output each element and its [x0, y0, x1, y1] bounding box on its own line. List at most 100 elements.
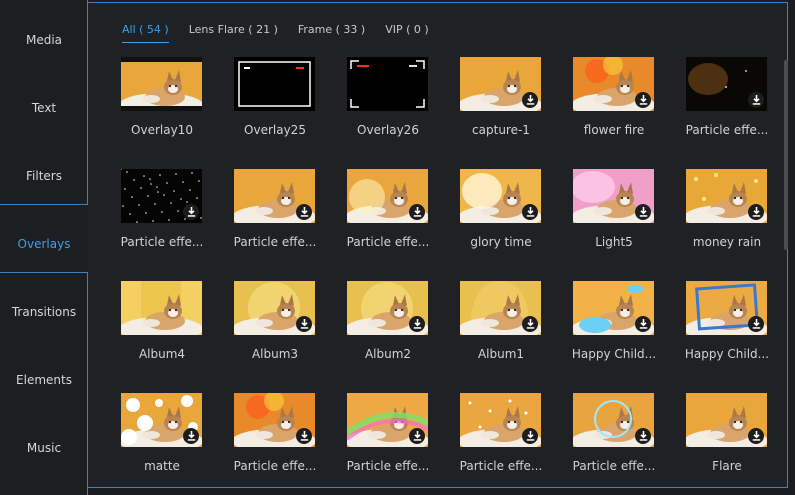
overlay-item[interactable]: Overlay10: [121, 57, 203, 163]
download-icon[interactable]: [748, 316, 764, 332]
overlay-item[interactable]: Happy Child...: [572, 281, 656, 387]
download-icon[interactable]: [409, 428, 425, 444]
overlay-item[interactable]: Particle effe...: [573, 393, 655, 495]
overlay-item-label: Album4: [138, 347, 186, 361]
download-icon[interactable]: [635, 316, 651, 332]
sidebar-item-music[interactable]: Music: [0, 414, 88, 482]
overlay-item-label: Particle effe...: [120, 235, 204, 249]
overlay-item-label: Particle effe...: [346, 235, 430, 249]
download-icon[interactable]: [522, 92, 538, 108]
overlay-item-label: Album1: [477, 347, 525, 361]
download-icon[interactable]: [522, 428, 538, 444]
download-icon[interactable]: [183, 204, 199, 220]
tab-all[interactable]: All ( 54 ): [122, 23, 169, 43]
overlay-item-label: glory time: [470, 235, 532, 249]
overlay-item-label: Particle effe...: [346, 459, 430, 473]
overlay-item[interactable]: Particle effe...: [460, 393, 542, 495]
overlay-item-label: flower fire: [583, 123, 645, 137]
overlay-item[interactable]: Particle effe...: [234, 169, 316, 275]
tab-frame[interactable]: Frame ( 33 ): [298, 23, 365, 43]
overlay-thumbnail: [686, 393, 767, 447]
overlay-item-label: Overlay25: [244, 123, 306, 137]
overlay-item[interactable]: Happy Child...: [685, 281, 769, 387]
overlay-item[interactable]: Overlay26: [347, 57, 429, 163]
download-icon[interactable]: [635, 428, 651, 444]
overlay-item-label: Light5: [595, 235, 633, 249]
overlay-item-label: Particle effe...: [459, 459, 543, 473]
overlay-item-label: Happy Child...: [571, 347, 657, 361]
category-sidebar: Media Text Filters Overlays Transitions …: [0, 0, 88, 495]
overlay-thumbnail: [234, 57, 315, 111]
download-icon[interactable]: [296, 316, 312, 332]
sidebar-item-label: Text: [31, 101, 57, 115]
overlay-thumbnail: [234, 169, 315, 223]
download-icon[interactable]: [635, 92, 651, 108]
sidebar-item-label: Media: [25, 33, 63, 47]
overlay-thumbnail: [121, 57, 202, 111]
overlay-thumbnail: [347, 393, 428, 447]
download-icon[interactable]: [522, 204, 538, 220]
overlay-thumbnail: [686, 169, 767, 223]
overlay-item[interactable]: Flare: [686, 393, 768, 495]
overlay-item[interactable]: Album3: [234, 281, 316, 387]
filter-tabs: All ( 54 ) Lens Flare ( 21 ) Frame ( 33 …: [122, 23, 449, 43]
sidebar-item-elements[interactable]: Elements: [0, 346, 88, 414]
scrollbar-thumb[interactable]: [784, 60, 788, 250]
download-icon[interactable]: [296, 204, 312, 220]
overlay-thumbnail: [686, 281, 767, 335]
download-icon[interactable]: [296, 428, 312, 444]
overlay-item-label: Flare: [712, 459, 742, 473]
download-icon[interactable]: [409, 316, 425, 332]
overlay-item[interactable]: Overlay25: [234, 57, 316, 163]
sidebar-item-label: Transitions: [11, 305, 77, 319]
sidebar-item-label: Music: [26, 441, 62, 455]
overlay-item[interactable]: Album1: [460, 281, 542, 387]
download-icon[interactable]: [635, 204, 651, 220]
download-icon[interactable]: [183, 428, 199, 444]
overlay-item[interactable]: capture-1: [460, 57, 542, 163]
overlay-thumbnail: [234, 393, 315, 447]
overlay-thumbnail: [460, 281, 541, 335]
overlay-item-label: matte: [144, 459, 180, 473]
download-icon[interactable]: [748, 92, 764, 108]
download-icon[interactable]: [748, 428, 764, 444]
overlay-item[interactable]: Light5: [573, 169, 655, 275]
overlay-item[interactable]: Particle effe...: [121, 169, 203, 275]
overlay-item[interactable]: Album4: [121, 281, 203, 387]
overlay-item[interactable]: money rain: [686, 169, 768, 275]
overlay-item[interactable]: Particle effe...: [234, 393, 316, 495]
overlay-item-label: Particle effe...: [685, 123, 769, 137]
sidebar-item-filters[interactable]: Filters: [0, 142, 88, 210]
overlay-item-label: Overlay10: [131, 123, 193, 137]
overlay-item-label: Album2: [364, 347, 412, 361]
sidebar-item-transitions[interactable]: Transitions: [0, 278, 88, 346]
overlay-library-panel: All ( 54 ) Lens Flare ( 21 ) Frame ( 33 …: [88, 2, 788, 488]
overlay-item-label: money rain: [692, 235, 762, 249]
sidebar-item-overlays[interactable]: Overlays: [0, 210, 88, 278]
overlay-item[interactable]: Particle effe...: [686, 57, 768, 163]
overlay-item[interactable]: Particle effe...: [347, 393, 429, 495]
tab-vip[interactable]: VIP ( 0 ): [385, 23, 428, 43]
overlay-item-label: Particle effe...: [233, 235, 317, 249]
overlay-item-label: capture-1: [472, 123, 530, 137]
tab-lens-flare[interactable]: Lens Flare ( 21 ): [189, 23, 278, 43]
sidebar-item-label: Elements: [16, 373, 72, 387]
overlay-item[interactable]: matte: [121, 393, 203, 495]
sidebar-item-label: Overlays: [17, 237, 71, 251]
overlay-item[interactable]: flower fire: [573, 57, 655, 163]
overlay-thumbnail: [573, 281, 654, 335]
overlay-item[interactable]: glory time: [460, 169, 542, 275]
overlay-item[interactable]: Particle effe...: [347, 169, 429, 275]
overlay-item[interactable]: Album2: [347, 281, 429, 387]
download-icon[interactable]: [409, 204, 425, 220]
overlay-item-label: Overlay26: [357, 123, 419, 137]
overlay-thumbnail: [573, 169, 654, 223]
sidebar-item-text[interactable]: Text: [0, 74, 88, 142]
scrollbar[interactable]: [784, 60, 788, 250]
sidebar-item-media[interactable]: Media: [0, 6, 88, 74]
download-icon[interactable]: [522, 316, 538, 332]
download-icon[interactable]: [748, 204, 764, 220]
overlay-item-label: Happy Child...: [684, 347, 770, 361]
overlay-item-label: Particle effe...: [572, 459, 656, 473]
overlay-thumbnail: [347, 281, 428, 335]
